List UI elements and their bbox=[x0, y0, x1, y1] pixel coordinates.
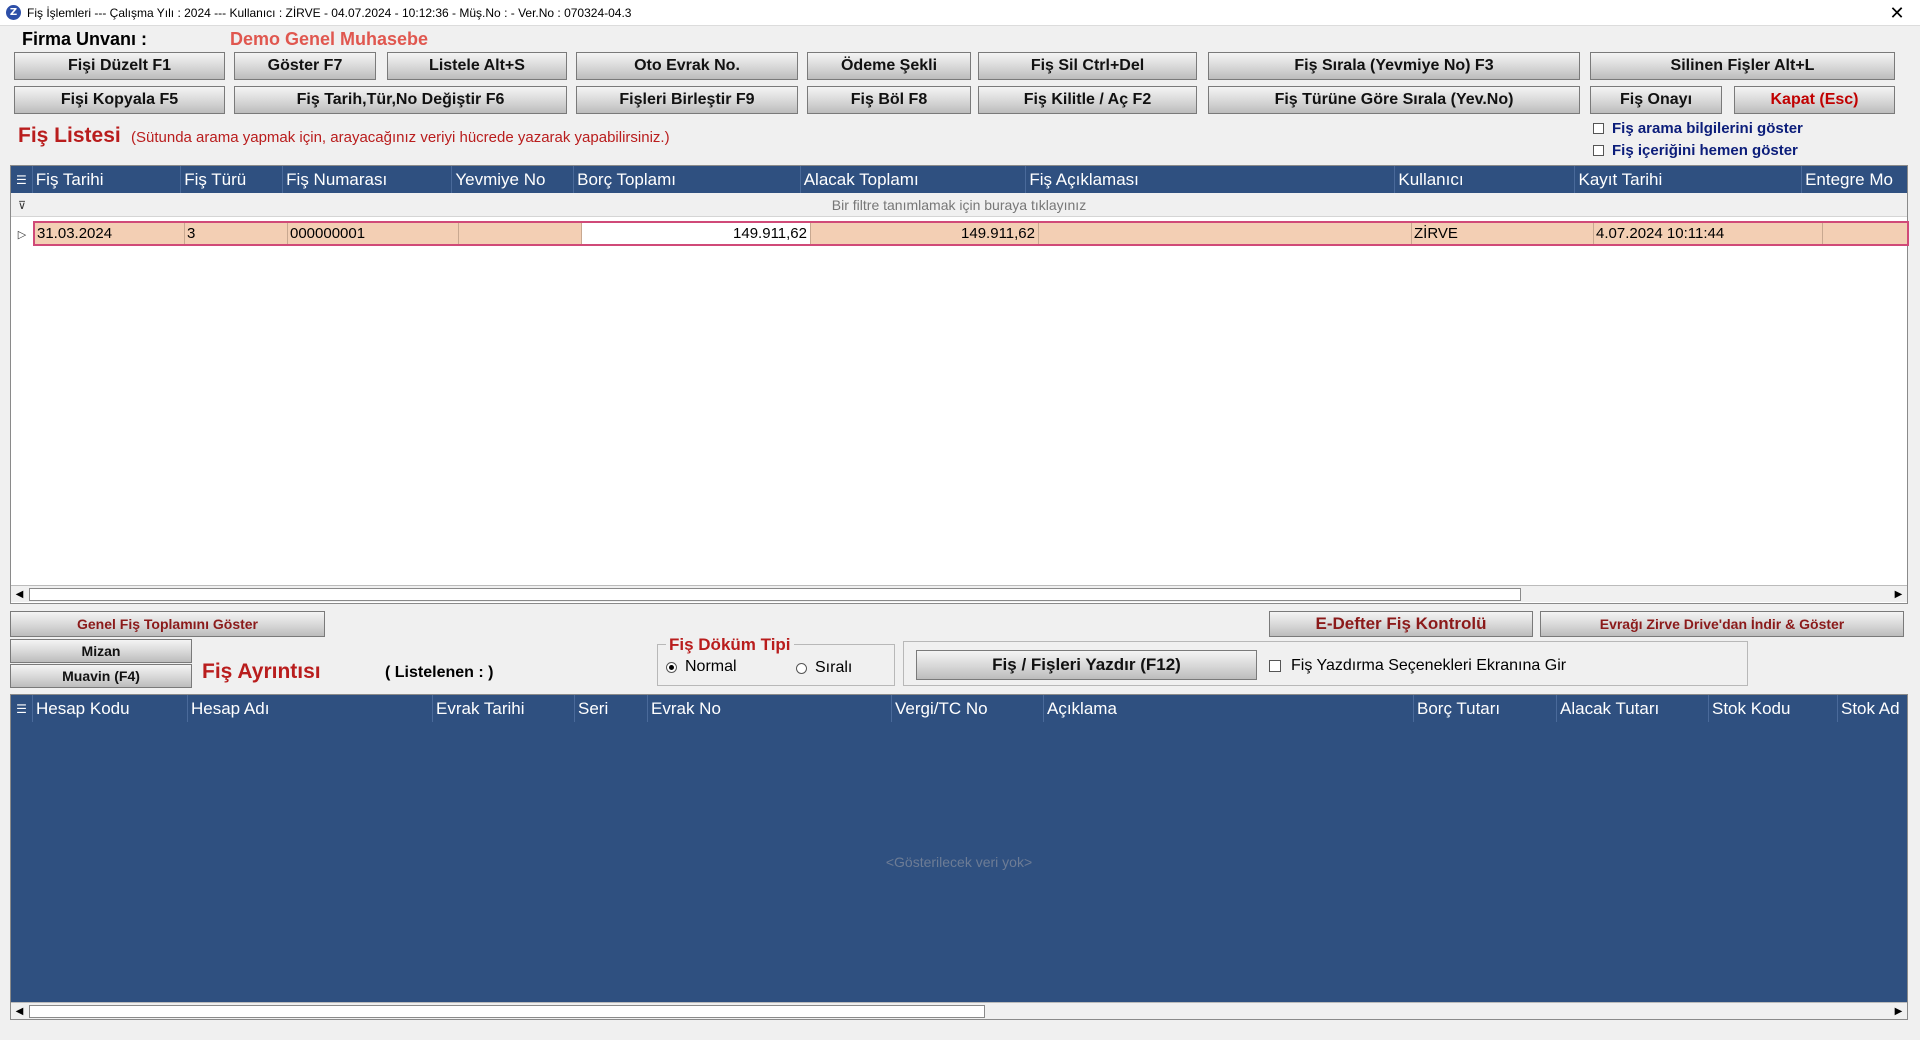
odeme-sekli-button[interactable]: Ödeme Şekli bbox=[807, 52, 971, 80]
edefter-fis-kontrolu-button[interactable]: E-Defter Fiş Kontrolü bbox=[1269, 611, 1533, 637]
col-vergi-tc-no[interactable]: Vergi/TC No bbox=[892, 695, 1044, 722]
grid-menu-icon[interactable]: ☰ bbox=[11, 166, 33, 193]
fis-sirala-yevmiye-button[interactable]: Fiş Sırala (Yevmiye No) F3 bbox=[1208, 52, 1580, 80]
cell-fis-turu[interactable]: 3 bbox=[185, 223, 288, 244]
filter-hint[interactable]: Bir filtre tanımlamak için buraya tıklay… bbox=[11, 197, 1907, 213]
fis-icerigi-hemen-checkbox[interactable]: Fiş içeriğini hemen göster bbox=[1593, 142, 1798, 159]
radio-normal-label: Normal bbox=[685, 658, 737, 675]
yazdirma-secenekleri-checkbox[interactable]: Fiş Yazdırma Seçenekleri Ekranına Gir bbox=[1269, 657, 1566, 675]
radio-sirali-label: Sıralı bbox=[815, 659, 853, 676]
col-seri[interactable]: Seri bbox=[575, 695, 648, 722]
kapat-button[interactable]: Kapat (Esc) bbox=[1734, 86, 1895, 114]
scroll-left-icon[interactable]: ◀ bbox=[11, 1003, 28, 1019]
checkbox-label: Fiş içeriğini hemen göster bbox=[1612, 142, 1798, 159]
col-aciklama[interactable]: Açıklama bbox=[1044, 695, 1414, 722]
fis-kilitle-ac-button[interactable]: Fiş Kilitle / Aç F2 bbox=[978, 86, 1197, 114]
radio-dot[interactable] bbox=[666, 661, 677, 673]
col-evrak-tarihi[interactable]: Evrak Tarihi bbox=[433, 695, 575, 722]
checkbox-box[interactable] bbox=[1593, 123, 1604, 134]
col-evrak-no[interactable]: Evrak No bbox=[648, 695, 892, 722]
fisleri-birlestir-button[interactable]: Fişleri Birleştir F9 bbox=[576, 86, 798, 114]
firma-label: Firma Unvanı : bbox=[22, 29, 148, 49]
col-fis-aciklamasi[interactable]: Fiş Açıklaması bbox=[1026, 166, 1396, 193]
col-yevmiye-no[interactable]: Yevmiye No bbox=[452, 166, 575, 193]
scroll-left-icon[interactable]: ◀ bbox=[11, 586, 28, 602]
mizan-button[interactable]: Mizan bbox=[10, 639, 192, 663]
checkbox-box[interactable] bbox=[1593, 145, 1604, 156]
fis-yazdir-button[interactable]: Fiş / Fişleri Yazdır (F12) bbox=[916, 650, 1257, 680]
col-alacak-toplami[interactable]: Alacak Toplamı bbox=[801, 166, 1027, 193]
grid-menu-icon[interactable]: ☰ bbox=[11, 695, 33, 722]
fis-list-header: ☰ Fiş Tarihi Fiş Türü Fiş Numarası Yevmi… bbox=[11, 166, 1907, 193]
close-icon[interactable]: ✕ bbox=[1874, 0, 1920, 26]
filter-row[interactable]: ⊽ Bir filtre tanımlamak için buraya tıkl… bbox=[11, 193, 1907, 217]
cell-yevmiye-no[interactable] bbox=[459, 223, 582, 244]
col-fis-turu[interactable]: Fiş Türü bbox=[181, 166, 284, 193]
cell-fis-numarasi[interactable]: 000000001 bbox=[288, 223, 459, 244]
silinen-fisler-button[interactable]: Silinen Fişler Alt+L bbox=[1590, 52, 1895, 80]
scroll-right-icon[interactable]: ▶ bbox=[1890, 586, 1907, 602]
fis-turune-gore-sirala-button[interactable]: Fiş Türüne Göre Sırala (Yev.No) bbox=[1208, 86, 1580, 114]
fis-tarih-tur-no-degistir-button[interactable]: Fiş Tarih,Tür,No Değiştir F6 bbox=[234, 86, 567, 114]
col-stok-adi[interactable]: Stok Ad bbox=[1838, 695, 1907, 722]
col-fis-tarihi[interactable]: Fiş Tarihi bbox=[33, 166, 182, 193]
cell-fis-aciklamasi[interactable] bbox=[1039, 223, 1412, 244]
detail-hscroll[interactable]: ◀ ▶ bbox=[11, 1002, 1907, 1019]
radio-normal[interactable]: Normal bbox=[666, 658, 737, 676]
checkbox-box[interactable] bbox=[1269, 660, 1281, 672]
window-title: Fiş İşlemleri --- Çalışma Yılı : 2024 --… bbox=[27, 5, 632, 20]
fis-bol-button[interactable]: Fiş Böl F8 bbox=[807, 86, 971, 114]
col-kayit-tarihi[interactable]: Kayıt Tarihi bbox=[1575, 166, 1803, 193]
col-alacak-tutari[interactable]: Alacak Tutarı bbox=[1557, 695, 1709, 722]
detail-body[interactable]: <Gösterilecek veri yok> bbox=[11, 722, 1907, 1003]
cell-borc-toplami[interactable]: 149.911,62 bbox=[582, 223, 811, 244]
col-kullanici[interactable]: Kullanıcı bbox=[1395, 166, 1576, 193]
search-hint: (Sütunda arama yapmak için, arayacağınız… bbox=[131, 129, 670, 146]
fis-sil-button[interactable]: Fiş Sil Ctrl+Del bbox=[978, 52, 1197, 80]
title-bar: Z Fiş İşlemleri --- Çalışma Yılı : 2024 … bbox=[0, 0, 1920, 26]
fis-onayi-button[interactable]: Fiş Onayı bbox=[1590, 86, 1722, 114]
scroll-thumb[interactable] bbox=[29, 588, 1521, 601]
scroll-right-icon[interactable]: ▶ bbox=[1890, 1003, 1907, 1019]
col-entegre[interactable]: Entegre Mo bbox=[1802, 166, 1907, 193]
cell-fis-tarihi[interactable]: 31.03.2024 bbox=[35, 223, 185, 244]
fis-detail-grid[interactable]: ☰ Hesap Kodu Hesap Adı Evrak Tarihi Seri… bbox=[10, 694, 1908, 1020]
scroll-thumb[interactable] bbox=[29, 1005, 985, 1018]
listelenen-label: ( Listelenen : ) bbox=[385, 664, 494, 681]
empty-message: <Gösterilecek veri yok> bbox=[885, 854, 1033, 870]
fis-dokum-tipi-title: Fiş Döküm Tipi bbox=[666, 635, 794, 655]
listele-button[interactable]: Listele Alt+S bbox=[387, 52, 567, 80]
app-icon: Z bbox=[6, 5, 21, 20]
radio-dot[interactable] bbox=[796, 662, 807, 674]
checkbox-label: Fiş arama bilgilerini göster bbox=[1612, 120, 1803, 137]
fis-detail-header: ☰ Hesap Kodu Hesap Adı Evrak Tarihi Seri… bbox=[11, 695, 1907, 722]
radio-sirali[interactable]: Sıralı bbox=[796, 659, 852, 677]
col-hesap-adi[interactable]: Hesap Adı bbox=[188, 695, 433, 722]
fis-ayrintisi-title: Fiş Ayrıntısı bbox=[202, 660, 321, 683]
table-row[interactable]: 31.03.2024 3 000000001 149.911,62 149.91… bbox=[33, 221, 1909, 246]
goster-button[interactable]: Göster F7 bbox=[234, 52, 376, 80]
col-stok-kodu[interactable]: Stok Kodu bbox=[1709, 695, 1838, 722]
cell-kullanici[interactable]: ZİRVE bbox=[1412, 223, 1594, 244]
cell-entegre[interactable] bbox=[1823, 223, 1907, 244]
fis-arama-bilgileri-checkbox[interactable]: Fiş arama bilgilerini göster bbox=[1593, 120, 1803, 137]
col-borc-toplami[interactable]: Borç Toplamı bbox=[574, 166, 801, 193]
firma-value: Demo Genel Muhasebe bbox=[230, 29, 429, 49]
genel-fis-toplami-button[interactable]: Genel Fiş Toplamını Göster bbox=[10, 611, 325, 637]
fis-list-grid[interactable]: ☰ Fiş Tarihi Fiş Türü Fiş Numarası Yevmi… bbox=[10, 165, 1909, 604]
muavin-button[interactable]: Muavin (F4) bbox=[10, 664, 192, 688]
col-hesap-kodu[interactable]: Hesap Kodu bbox=[33, 695, 188, 722]
cell-alacak-toplami[interactable]: 149.911,62 bbox=[811, 223, 1039, 244]
fisi-kopyala-button[interactable]: Fişi Kopyala F5 bbox=[14, 86, 225, 114]
oto-evrak-no-button[interactable]: Oto Evrak No. bbox=[576, 52, 798, 80]
fis-list-hscroll[interactable]: ◀ ▶ bbox=[11, 585, 1907, 602]
fis-listesi-title: Fiş Listesi bbox=[18, 124, 121, 147]
fisi-duzelt-button[interactable]: Fişi Düzelt F1 bbox=[14, 52, 225, 80]
row-indicator-icon: ▷ bbox=[17, 228, 27, 241]
cell-kayit-tarihi[interactable]: 4.07.2024 10:11:44 bbox=[1594, 223, 1823, 244]
zirve-drive-button[interactable]: Evrağı Zirve Drive'dan İndir & Göster bbox=[1540, 611, 1904, 637]
col-borc-tutari[interactable]: Borç Tutarı bbox=[1414, 695, 1557, 722]
col-fis-numarasi[interactable]: Fiş Numarası bbox=[283, 166, 453, 193]
checkbox-label: Fiş Yazdırma Seçenekleri Ekranına Gir bbox=[1291, 657, 1567, 674]
